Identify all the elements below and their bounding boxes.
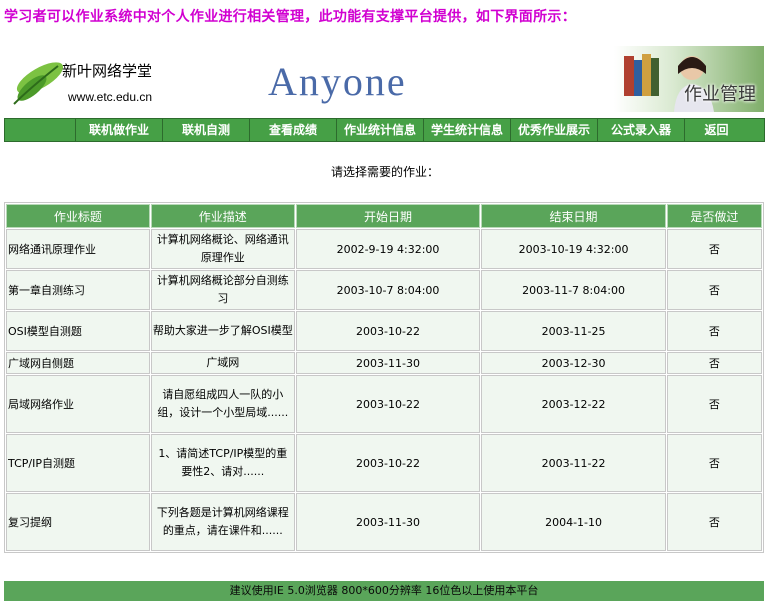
homework-title-link[interactable]: 局域网络作业	[6, 375, 150, 433]
end-date: 2003-11-25	[481, 311, 666, 351]
leaf-icon	[13, 62, 64, 105]
end-date: 2004-1-10	[481, 493, 666, 551]
nav-homework-stats[interactable]: 作业统计信息	[337, 119, 424, 141]
header-end-date: 结束日期	[481, 204, 666, 228]
nav-back[interactable]: 返回	[685, 119, 748, 141]
start-date: 2003-11-30	[295, 352, 481, 374]
logo-title: 新叶网络学堂	[62, 62, 153, 80]
homework-title-link[interactable]: 第一章自测练习	[6, 270, 150, 310]
homework-description: 计算机网络概论、网络通讯原理作业	[150, 229, 295, 269]
header-start-date: 开始日期	[295, 204, 481, 228]
homework-description: 计算机网络概论部分自测练习	[150, 270, 295, 310]
nav-excellent-homework[interactable]: 优秀作业展示	[511, 119, 598, 141]
intro-text: 学习者可以作业系统中对个人作业进行相关管理，此功能有支撑平台提供，如下界面所示：	[4, 9, 576, 25]
footer-notice: 建议使用IE 5.0浏览器 800*600分辨率 16位色以上使用本平台	[4, 581, 764, 601]
end-date: 2003-11-7 8:04:00	[481, 270, 666, 310]
done-status: 否	[666, 229, 762, 269]
start-date: 2003-10-7 8:04:00	[295, 270, 481, 310]
table-row: 局域网络作业 请自愿组成四人一队的小组，设计一个小型局域...... 2003-…	[6, 375, 762, 433]
table-row: 复习提纲 下列各题是计算机网络课程的重点，请在课件和...... 2003-11…	[6, 493, 762, 551]
done-status: 否	[666, 270, 762, 310]
end-date: 2003-11-22	[481, 434, 666, 492]
nav-student-stats[interactable]: 学生统计信息	[424, 119, 511, 141]
nav-formula-editor[interactable]: 公式录入器	[598, 119, 685, 141]
start-date: 2003-11-30	[295, 493, 481, 551]
header-done: 是否做过	[666, 204, 762, 228]
done-status: 否	[666, 311, 762, 351]
site-banner: 新叶网络学堂 www.etc.edu.cn Anyone 作业管理	[4, 46, 764, 112]
homework-title-link[interactable]: OSI模型自测题	[6, 311, 150, 351]
start-date: 2003-10-22	[295, 434, 481, 492]
header-title: 作业标题	[6, 204, 150, 228]
end-date: 2003-12-30	[481, 352, 666, 374]
table-row: 第一章自测练习 计算机网络概论部分自测练习 2003-10-7 8:04:00 …	[6, 270, 762, 310]
nav-view-grades[interactable]: 查看成绩	[250, 119, 337, 141]
table-header-row: 作业标题 作业描述 开始日期 结束日期 是否做过	[6, 204, 762, 228]
table-row: OSI模型自测题 帮助大家进一步了解OSI模型 2003-10-22 2003-…	[6, 311, 762, 351]
table-row: 网络通讯原理作业 计算机网络概论、网络通讯原理作业 2002-9-19 4:32…	[6, 229, 762, 269]
homework-title-link[interactable]: TCP/IP自测题	[6, 434, 150, 492]
select-prompt: 请选择需要的作业：	[330, 165, 439, 179]
done-status: 否	[666, 434, 762, 492]
logo-url: www.etc.edu.cn	[68, 90, 153, 104]
start-date: 2002-9-19 4:32:00	[295, 229, 481, 269]
homework-management-label: 作业管理	[684, 84, 756, 105]
anyone-logo: Anyone	[268, 59, 407, 104]
homework-description: 下列各题是计算机网络课程的重点，请在课件和......	[150, 493, 295, 551]
homework-description: 1、请简述TCP/IP模型的重要性2、请对......	[150, 434, 295, 492]
start-date: 2003-10-22	[295, 311, 481, 351]
homework-title-link[interactable]: 复习提纲	[6, 493, 150, 551]
site-logo: 新叶网络学堂 www.etc.edu.cn	[4, 48, 174, 110]
table-row: TCP/IP自测题 1、请简述TCP/IP模型的重要性2、请对...... 20…	[6, 434, 762, 492]
nav-online-selftest[interactable]: 联机自测	[163, 119, 250, 141]
end-date: 2003-12-22	[481, 375, 666, 433]
homework-description: 广域网	[150, 352, 295, 374]
header-description: 作业描述	[150, 204, 295, 228]
end-date: 2003-10-19 4:32:00	[481, 229, 666, 269]
nav-online-homework[interactable]: 联机做作业	[76, 119, 163, 141]
homework-title-link[interactable]: 广域网自侧题	[6, 352, 150, 374]
banner-image: 作业管理	[614, 46, 764, 112]
table-row: 广域网自侧题 广域网 2003-11-30 2003-12-30 否	[6, 352, 762, 374]
done-status: 否	[666, 493, 762, 551]
done-status: 否	[666, 352, 762, 374]
done-status: 否	[666, 375, 762, 433]
homework-description: 帮助大家进一步了解OSI模型	[150, 311, 295, 351]
homework-table: 作业标题 作业描述 开始日期 结束日期 是否做过 网络通讯原理作业 计算机网络概…	[4, 202, 764, 553]
homework-title-link[interactable]: 网络通讯原理作业	[6, 229, 150, 269]
nav-spacer	[5, 119, 76, 141]
start-date: 2003-10-22	[295, 375, 481, 433]
main-nav: 联机做作业 联机自测 查看成绩 作业统计信息 学生统计信息 优秀作业展示 公式录…	[4, 118, 765, 142]
homework-description: 请自愿组成四人一队的小组，设计一个小型局域......	[150, 375, 295, 433]
